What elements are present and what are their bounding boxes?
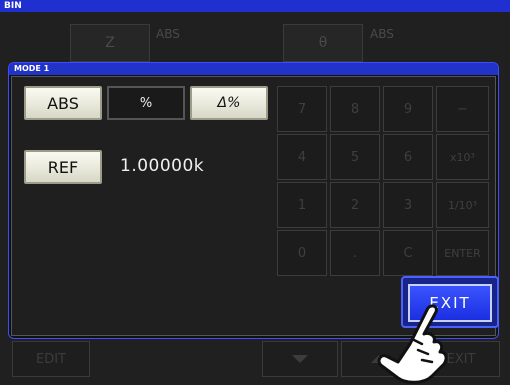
key-div10-3: 1/10³ (436, 182, 489, 228)
pointing-hand-icon (377, 304, 448, 384)
param2-button: θ (283, 24, 363, 62)
key-4: 4 (277, 134, 327, 180)
mode-delta-percent-button[interactable]: Δ% (190, 86, 268, 120)
key-clear: C (383, 230, 433, 276)
key-5: 5 (330, 134, 380, 180)
key-x10-3: x10³ (436, 134, 489, 180)
key-8: 8 (330, 86, 380, 132)
key-2: 2 (330, 182, 380, 228)
key-enter: ENTER (436, 230, 489, 276)
dialog-title: MODE 1 (9, 63, 498, 75)
ref-label: REF (47, 157, 79, 177)
key-1: 1 (277, 182, 327, 228)
down-arrow-icon (292, 355, 308, 363)
mode-percent-label: % (139, 95, 153, 111)
key-6: 6 (383, 134, 433, 180)
ref-value: 1.00000k (120, 156, 205, 176)
mode-abs-button[interactable]: ABS (24, 86, 102, 120)
param2-mode: ABS (370, 27, 394, 41)
mode-percent-button[interactable]: % (107, 86, 185, 120)
key-0: 0 (277, 230, 327, 276)
key-3: 3 (383, 182, 433, 228)
key-minus: − (436, 86, 489, 132)
bottom-exit-label: EXIT (446, 351, 476, 367)
param2-label: θ (318, 35, 328, 51)
key-7: 7 (277, 86, 327, 132)
key-dot: . (330, 230, 380, 276)
param1-button: Z (70, 24, 150, 62)
edit-button: EDIT (12, 341, 90, 377)
numeric-keypad: 7 8 9 − 4 5 6 x10³ 1 2 3 1/10³ 0 . C ENT… (277, 86, 489, 276)
down-button (262, 341, 338, 377)
edit-label: EDIT (36, 351, 66, 367)
param1-label: Z (105, 35, 115, 51)
ref-button[interactable]: REF (24, 150, 102, 184)
param1-mode: ABS (156, 27, 180, 41)
mode-abs-label: ABS (47, 93, 79, 113)
app-title: BIN (4, 1, 22, 11)
mode-delta-percent-label: Δ% (217, 95, 241, 111)
key-9: 9 (383, 86, 433, 132)
title-bar: BIN (0, 0, 510, 12)
